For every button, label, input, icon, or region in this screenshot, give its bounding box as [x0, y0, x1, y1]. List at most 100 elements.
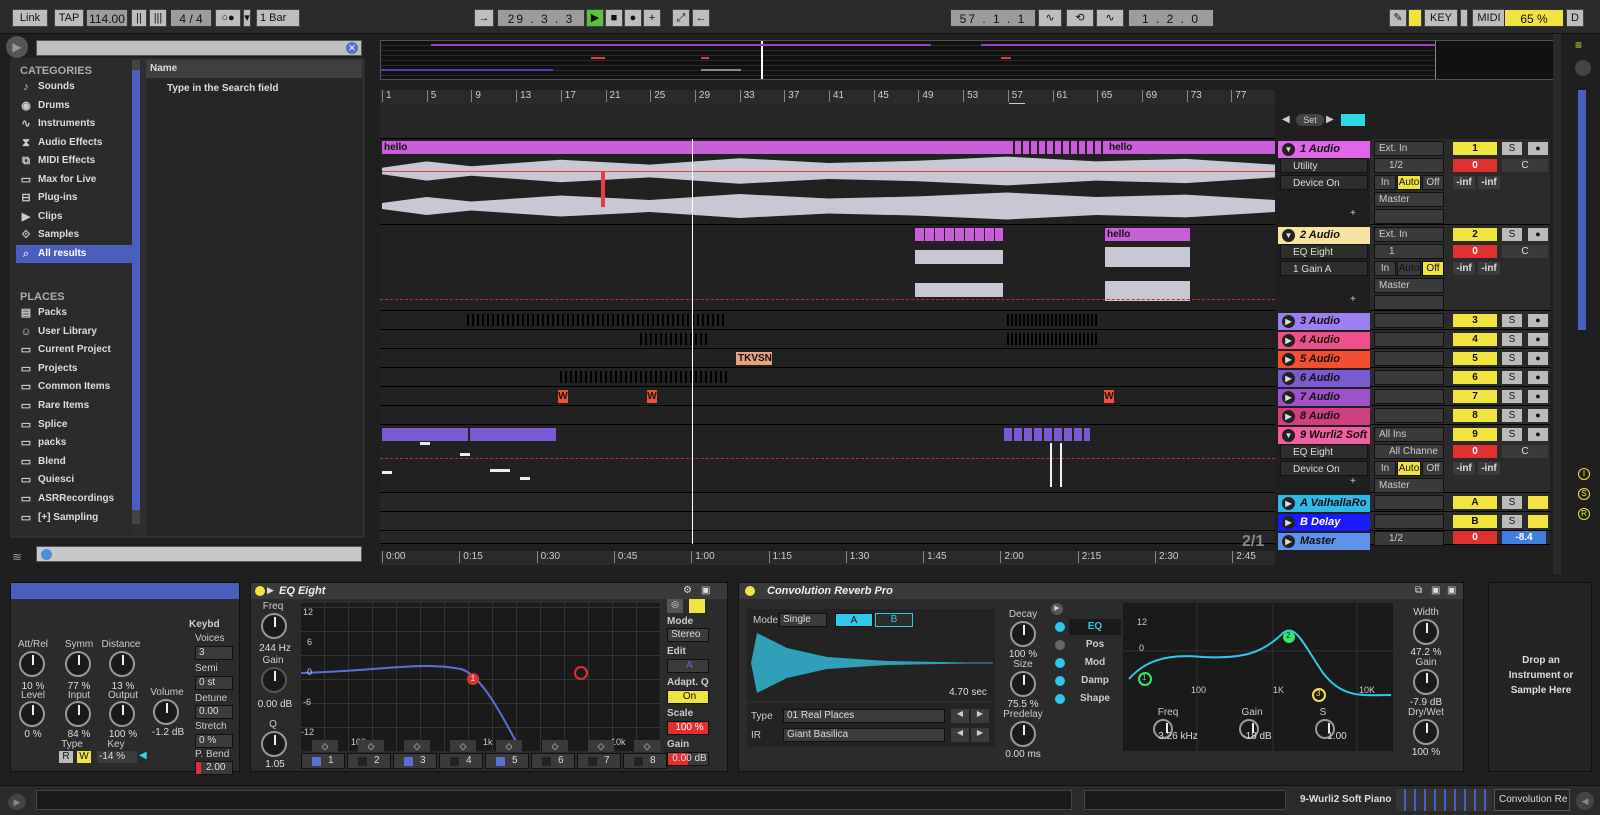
- track-activator-4-audio[interactable]: 4: [1453, 333, 1497, 346]
- link-button[interactable]: Link: [12, 9, 48, 27]
- track-activator-b-delay[interactable]: B: [1453, 515, 1497, 528]
- tab-enable-icon[interactable]: [1055, 622, 1065, 632]
- track-lane-3[interactable]: [380, 311, 1275, 330]
- track-lane-2[interactable]: hello: [380, 225, 1275, 311]
- metronome-icon[interactable]: |||: [149, 9, 167, 27]
- place-rare-items[interactable]: ▭ Rare Items: [16, 397, 134, 415]
- input-type-select[interactable]: Ext. In: [1374, 227, 1444, 242]
- pbend-field[interactable]: 2.00: [195, 761, 233, 775]
- output-select[interactable]: Master: [1374, 278, 1444, 293]
- solo-button[interactable]: S: [1502, 314, 1522, 327]
- back-to-arrangement-icon[interactable]: ←: [692, 9, 710, 27]
- fold-right-icon[interactable]: ▶: [1282, 516, 1295, 529]
- loop-start[interactable]: 57 . 1 . 1: [950, 9, 1036, 27]
- symm-knob[interactable]: [65, 651, 91, 677]
- drywet-knob[interactable]: [1413, 719, 1439, 745]
- input-knob[interactable]: [65, 701, 91, 727]
- solo-button[interactable]: S: [1502, 515, 1522, 528]
- voices-select[interactable]: 3: [195, 646, 233, 660]
- size-knob[interactable]: [1010, 671, 1036, 697]
- ir-display[interactable]: Mode Single A B 4.70 sec: [747, 609, 995, 701]
- device-chooser[interactable]: 1 Gain A: [1280, 261, 1368, 276]
- eq-band-7[interactable]: ◇ 7: [577, 740, 621, 769]
- song-position[interactable]: 29 . 3 . 3: [497, 9, 585, 27]
- eq-eight-title[interactable]: EQ Eight: [251, 583, 727, 599]
- clip-header[interactable]: hello: [1105, 228, 1190, 241]
- next-ir-file-icon[interactable]: ▶: [971, 728, 989, 742]
- nudge-icon[interactable]: ||: [131, 9, 147, 27]
- place-projects[interactable]: ▭ Projects: [16, 360, 134, 378]
- track-activator-6-audio[interactable]: 6: [1453, 371, 1497, 384]
- fold-down-icon[interactable]: ▼: [1282, 143, 1295, 156]
- add-icon[interactable]: +: [643, 9, 661, 27]
- track-header-4-audio[interactable]: ▶ 4 Audio: [1278, 332, 1370, 349]
- place-common-items[interactable]: ▭ Common Items: [16, 378, 134, 396]
- key-arrow-icon[interactable]: ◀: [139, 750, 147, 762]
- groove-pool-icon[interactable]: ≋: [6, 550, 28, 568]
- solo-button[interactable]: S: [1502, 496, 1522, 509]
- track-lane-4[interactable]: [380, 330, 1275, 349]
- time-signature[interactable]: 4 / 4: [170, 9, 212, 27]
- clip-header[interactable]: [692, 141, 1007, 154]
- return-lane-b[interactable]: [380, 512, 1275, 531]
- device-chooser[interactable]: Device On: [1280, 175, 1368, 190]
- clip-cluster[interactable]: [1007, 141, 1107, 154]
- category-clips[interactable]: ▶ Clips: [16, 208, 134, 226]
- reverb-eq-graph[interactable]: 1 2 3 12 0 100 1K 10K Freq 3.26 kHz Gain…: [1123, 603, 1393, 751]
- monitor-in-button[interactable]: In: [1374, 175, 1396, 190]
- track-lane-5[interactable]: TKVSN: [380, 349, 1275, 368]
- tab-enable-icon[interactable]: [1055, 676, 1065, 686]
- convolution-reverb-device[interactable]: Convolution Reverb Pro ⧉ ▣ ▣ Mode Single…: [738, 582, 1464, 772]
- track-activator-2-audio[interactable]: 2: [1453, 228, 1497, 241]
- prev-ir-file-icon[interactable]: ◀: [951, 728, 969, 742]
- eq-eight-device[interactable]: EQ Eight ▶ Freq 244 Hz Gain 0.00 dB Q 1.…: [250, 582, 728, 772]
- monitor-auto-button[interactable]: Auto: [1397, 461, 1421, 476]
- filter-shape-icon[interactable]: ◇: [588, 740, 614, 752]
- attrel-knob[interactable]: [19, 651, 45, 677]
- instrument-titlebar[interactable]: [11, 583, 239, 599]
- category-max-for-live[interactable]: ▭ Max for Live: [16, 171, 134, 189]
- eq-gain-knob[interactable]: [261, 667, 287, 693]
- track-header-6-audio[interactable]: ▶ 6 Audio: [1278, 370, 1370, 387]
- sidebar-scrollbar[interactable]: [132, 60, 140, 524]
- category-samples[interactable]: ⟐ Samples: [16, 226, 134, 244]
- track-activator-5-audio[interactable]: 5: [1453, 352, 1497, 365]
- drop-zone[interactable]: Drop an Instrument or Sample Here: [1488, 582, 1592, 772]
- filter-shape-icon[interactable]: ◇: [404, 740, 430, 752]
- mode-select[interactable]: Stereo: [667, 628, 709, 642]
- band-toggle[interactable]: [542, 757, 551, 766]
- reverb-save-icon[interactable]: ▣: [1431, 585, 1443, 597]
- arm-icon[interactable]: ●: [1528, 390, 1548, 403]
- predelay-knob[interactable]: [1010, 721, 1036, 747]
- adaptq-toggle[interactable]: On: [667, 690, 709, 704]
- reverb-hotswap-icon[interactable]: ▣: [1447, 585, 1459, 597]
- prev-ir-icon[interactable]: ◀: [951, 709, 969, 723]
- track-activator-8-audio[interactable]: 8: [1453, 409, 1497, 422]
- menu-icon[interactable]: ≡: [1575, 39, 1589, 52]
- clear-search-icon[interactable]: ✕: [346, 42, 358, 54]
- stop-icon[interactable]: ■: [605, 9, 623, 27]
- fold-right-icon[interactable]: ▶: [1282, 497, 1295, 510]
- output-select[interactable]: [1374, 408, 1444, 423]
- monitor-auto-button[interactable]: Auto: [1397, 261, 1421, 276]
- locator-lane[interactable]: [380, 104, 1275, 139]
- browser-toggle-icon[interactable]: ▶: [6, 36, 28, 58]
- fold-right-icon[interactable]: ▶: [1282, 535, 1295, 548]
- output-select[interactable]: [1374, 351, 1444, 366]
- arrangement-view[interactable]: hello hello hello TKVSN W W W: [380, 104, 1275, 544]
- solo-button[interactable]: S: [1502, 228, 1522, 241]
- mixer-scrollbar[interactable]: [1553, 34, 1561, 574]
- input-channel-select[interactable]: All Channe: [1374, 444, 1444, 459]
- track-activator-a-valhallaro[interactable]: A: [1453, 496, 1497, 509]
- track-header-a-valhallaro[interactable]: ▶ A ValhallaRo: [1278, 495, 1370, 512]
- device-settings-icon[interactable]: ⚙: [683, 585, 695, 597]
- arm-icon[interactable]: ●: [1528, 333, 1548, 346]
- output-select[interactable]: [1374, 389, 1444, 404]
- width-knob[interactable]: [1413, 619, 1439, 645]
- semi-field[interactable]: 0 st: [195, 676, 233, 690]
- chevron-down-icon[interactable]: ▾: [243, 9, 251, 27]
- track-header-3-audio[interactable]: ▶ 3 Audio: [1278, 313, 1370, 330]
- out-gain-field[interactable]: 0.00 dB: [667, 752, 709, 766]
- output-select[interactable]: [1374, 495, 1444, 510]
- input-type-select[interactable]: All Ins: [1374, 427, 1444, 442]
